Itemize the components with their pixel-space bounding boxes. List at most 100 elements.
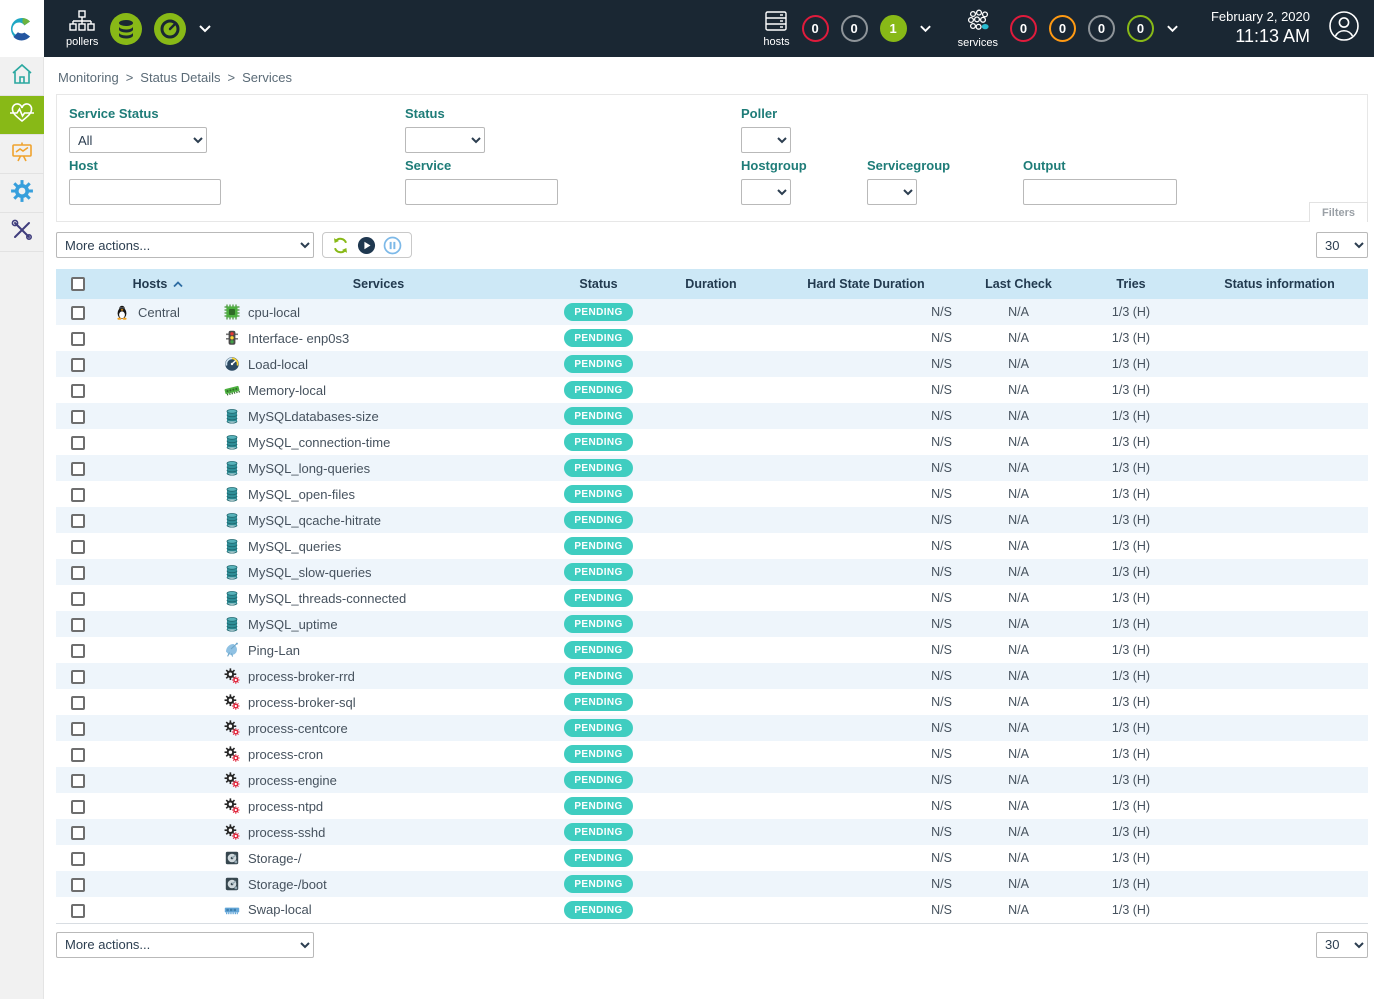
hosts-column-header[interactable]: Hosts (133, 277, 184, 291)
host-input[interactable] (69, 179, 221, 205)
service-link[interactable]: Ping-Lan (248, 643, 300, 658)
sidebar-item-administration[interactable] (0, 213, 44, 252)
service-link[interactable]: MySQLdatabases-size (248, 409, 379, 424)
service-link[interactable]: MySQL_long-queries (248, 461, 370, 476)
row-checkbox[interactable] (71, 436, 85, 450)
engine-status-icon[interactable] (153, 12, 187, 46)
breadcrumb-item[interactable]: Status Details (140, 70, 220, 85)
hosts-menu[interactable]: hosts (763, 10, 789, 48)
sidebar-item-home[interactable] (0, 57, 44, 96)
sidebar-item-configuration[interactable] (0, 174, 44, 213)
hostgroup-select[interactable] (741, 179, 791, 205)
servicegroup-select[interactable] (867, 179, 917, 205)
service-status-select[interactable]: All (69, 127, 207, 153)
service-link[interactable]: process-centcore (248, 721, 348, 736)
service-link[interactable]: Swap-local (248, 902, 312, 917)
service-link[interactable]: cpu-local (248, 305, 300, 320)
output-input[interactable] (1023, 179, 1177, 205)
play-icon[interactable] (357, 235, 377, 255)
database-status-icon[interactable] (109, 12, 143, 46)
status-counter[interactable]: 0 (1127, 15, 1154, 42)
service-link[interactable]: process-sshd (248, 825, 325, 840)
row-checkbox[interactable] (71, 618, 85, 632)
row-checkbox[interactable] (71, 800, 85, 814)
status-information-column-header[interactable]: Status information (1191, 269, 1368, 299)
row-checkbox[interactable] (71, 722, 85, 736)
row-checkbox[interactable] (71, 774, 85, 788)
status-counter[interactable]: 1 (880, 15, 907, 42)
service-link[interactable]: Storage-/boot (248, 877, 327, 892)
row-checkbox[interactable] (71, 488, 85, 502)
status-counter[interactable]: 0 (1088, 15, 1115, 42)
duration-column-header[interactable]: Duration (656, 269, 766, 299)
sidebar-item-monitoring[interactable] (0, 96, 44, 135)
page-size-select-top[interactable]: 30 (1316, 232, 1368, 258)
breadcrumb-item[interactable]: Services (242, 70, 292, 85)
row-checkbox[interactable] (71, 462, 85, 476)
last-check-column-header[interactable]: Last Check (966, 269, 1071, 299)
row-checkbox[interactable] (71, 592, 85, 606)
service-link[interactable]: Memory-local (248, 383, 326, 398)
poller-select[interactable] (741, 127, 791, 153)
service-link[interactable]: MySQL_qcache-hitrate (248, 513, 381, 528)
row-checkbox[interactable] (71, 566, 85, 580)
user-avatar-icon[interactable] (1328, 10, 1360, 47)
status-column-header[interactable]: Status (541, 269, 656, 299)
row-checkbox[interactable] (71, 410, 85, 424)
service-link[interactable]: Storage-/ (248, 851, 301, 866)
status-counter[interactable]: 0 (802, 15, 829, 42)
breadcrumb-item[interactable]: Monitoring (58, 70, 119, 85)
more-actions-select-bottom[interactable]: More actions... (56, 932, 314, 958)
status-counter[interactable]: 0 (1049, 15, 1076, 42)
row-checkbox[interactable] (71, 696, 85, 710)
row-checkbox[interactable] (71, 852, 85, 866)
row-checkbox[interactable] (71, 644, 85, 658)
service-input[interactable] (405, 179, 558, 205)
status-select[interactable] (405, 127, 485, 153)
host-link[interactable]: Central (138, 305, 180, 320)
service-link[interactable]: process-broker-rrd (248, 669, 355, 684)
service-link[interactable]: Interface- enp0s3 (248, 331, 349, 346)
service-link[interactable]: process-broker-sql (248, 695, 356, 710)
row-checkbox[interactable] (71, 306, 85, 320)
row-checkbox[interactable] (71, 514, 85, 528)
row-checkbox[interactable] (71, 358, 85, 372)
row-checkbox[interactable] (71, 826, 85, 840)
service-link[interactable]: process-ntpd (248, 799, 323, 814)
chevron-down-icon[interactable] (1166, 24, 1179, 33)
service-link[interactable]: MySQL_connection-time (248, 435, 390, 450)
service-link[interactable]: MySQL_slow-queries (248, 565, 372, 580)
centreon-logo[interactable] (0, 0, 44, 57)
service-link[interactable]: process-engine (248, 773, 337, 788)
service-link[interactable]: MySQL_uptime (248, 617, 338, 632)
row-checkbox[interactable] (71, 540, 85, 554)
chevron-down-icon[interactable] (919, 24, 932, 33)
status-counter[interactable]: 0 (1010, 15, 1037, 42)
service-link[interactable]: MySQL_threads-connected (248, 591, 406, 606)
row-checkbox[interactable] (71, 332, 85, 346)
pause-icon[interactable] (383, 235, 403, 255)
row-checkbox[interactable] (71, 384, 85, 398)
service-link[interactable]: MySQL_queries (248, 539, 341, 554)
status-badge: PENDING (564, 901, 632, 919)
pollers-menu[interactable]: pollers (66, 10, 98, 48)
chevron-down-icon[interactable] (198, 24, 212, 33)
tries-column-header[interactable]: Tries (1071, 269, 1191, 299)
row-checkbox[interactable] (71, 878, 85, 892)
select-all-checkbox[interactable] (71, 277, 85, 291)
hard-state-duration-column-header[interactable]: Hard State Duration (766, 269, 966, 299)
service-link[interactable]: process-cron (248, 747, 323, 762)
page-size-select-bottom[interactable]: 30 (1316, 932, 1368, 958)
row-checkbox[interactable] (71, 670, 85, 684)
filters-tab[interactable]: Filters (1309, 202, 1368, 222)
more-actions-select[interactable]: More actions... (56, 232, 314, 258)
status-counter[interactable]: 0 (841, 15, 868, 42)
row-checkbox[interactable] (71, 748, 85, 762)
services-menu[interactable]: services (958, 9, 998, 49)
service-link[interactable]: MySQL_open-files (248, 487, 355, 502)
services-column-header[interactable]: Services (216, 269, 541, 299)
service-link[interactable]: Load-local (248, 357, 308, 372)
refresh-icon[interactable] (331, 235, 351, 255)
row-checkbox[interactable] (71, 904, 85, 918)
sidebar-item-reporting[interactable] (0, 135, 44, 174)
